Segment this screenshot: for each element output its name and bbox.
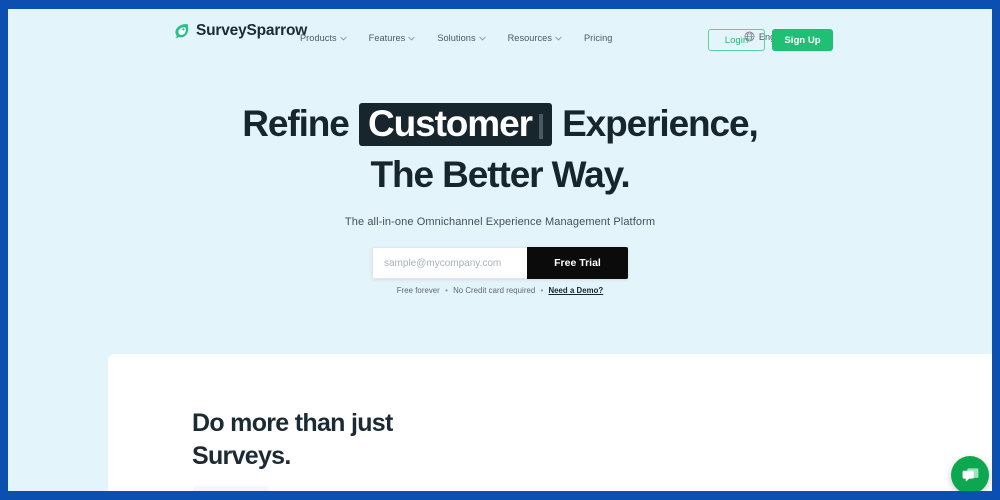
hero-heading: Refine Customer Experience, The Better W…: [8, 61, 992, 193]
hero-signup-form: Free Trial: [372, 247, 628, 279]
nav-item-label: Solutions: [437, 33, 476, 43]
browser-viewport: SurveySparrow Products Features Solution…: [8, 9, 992, 491]
nav-item-products[interactable]: Products: [300, 33, 347, 43]
hero-heading-line2: The Better Way.: [370, 154, 631, 195]
login-button[interactable]: Login: [708, 29, 765, 51]
footnote-separator: •: [445, 286, 448, 295]
nav-item-label: Resources: [507, 33, 552, 43]
footnote-free-forever: Free forever: [396, 286, 440, 295]
nav-item-label: Pricing: [583, 33, 613, 43]
brand-logo[interactable]: SurveySparrow: [172, 22, 307, 40]
hero-heading-highlight: Customer: [358, 103, 552, 146]
section-heading: Do more than just Surveys.: [192, 407, 393, 472]
nav-item-label: Features: [368, 33, 406, 43]
hero-highlight-word: Customer: [367, 103, 533, 144]
brand-logo-text: SurveySparrow: [196, 22, 308, 39]
section-heading-line1: Do more than just: [192, 409, 393, 437]
sparrow-leaf-logo-icon: [172, 22, 190, 40]
hero-heading-part1: Refine: [242, 103, 350, 144]
typing-caret-icon: [538, 114, 543, 139]
section-partial-element: [193, 486, 269, 491]
chat-bubbles-icon: [961, 466, 980, 485]
need-a-demo-link[interactable]: Need a Demo?: [548, 286, 603, 295]
nav-item-pricing[interactable]: Pricing: [584, 33, 612, 43]
section-heading-line2: Surveys.: [192, 441, 291, 470]
nav-item-label: Products: [300, 33, 337, 43]
chevron-down-icon: [408, 36, 416, 41]
hero-heading-part2: Experience,: [562, 103, 759, 144]
email-input[interactable]: [372, 247, 527, 279]
hero-subtitle: The all-in-one Omnichannel Experience Ma…: [344, 216, 656, 228]
free-trial-button[interactable]: Free Trial: [527, 247, 628, 279]
footnote-separator: •: [540, 286, 544, 295]
signup-button[interactable]: Sign Up: [772, 29, 833, 51]
nav-item-solutions[interactable]: Solutions: [437, 33, 486, 43]
site-navbar: SurveySparrow Products Features Solution…: [8, 9, 992, 61]
chevron-down-icon: [478, 36, 486, 41]
chevron-down-icon: [339, 36, 347, 41]
nav-item-resources[interactable]: Resources: [508, 33, 562, 43]
hero-form-footnote: Free forever • No Credit card required •…: [8, 286, 992, 295]
chat-widget-button[interactable]: [951, 456, 989, 491]
chevron-down-icon: [555, 36, 562, 41]
navbar-menu: Products Features Solutions Resources Pr…: [300, 33, 612, 43]
features-section-card: Do more than just Surveys.: [108, 354, 992, 491]
footnote-no-credit-card: No Credit card required: [453, 286, 536, 295]
hero-section: Refine Customer Experience, The Better W…: [8, 61, 992, 295]
nav-item-features[interactable]: Features: [369, 33, 416, 43]
